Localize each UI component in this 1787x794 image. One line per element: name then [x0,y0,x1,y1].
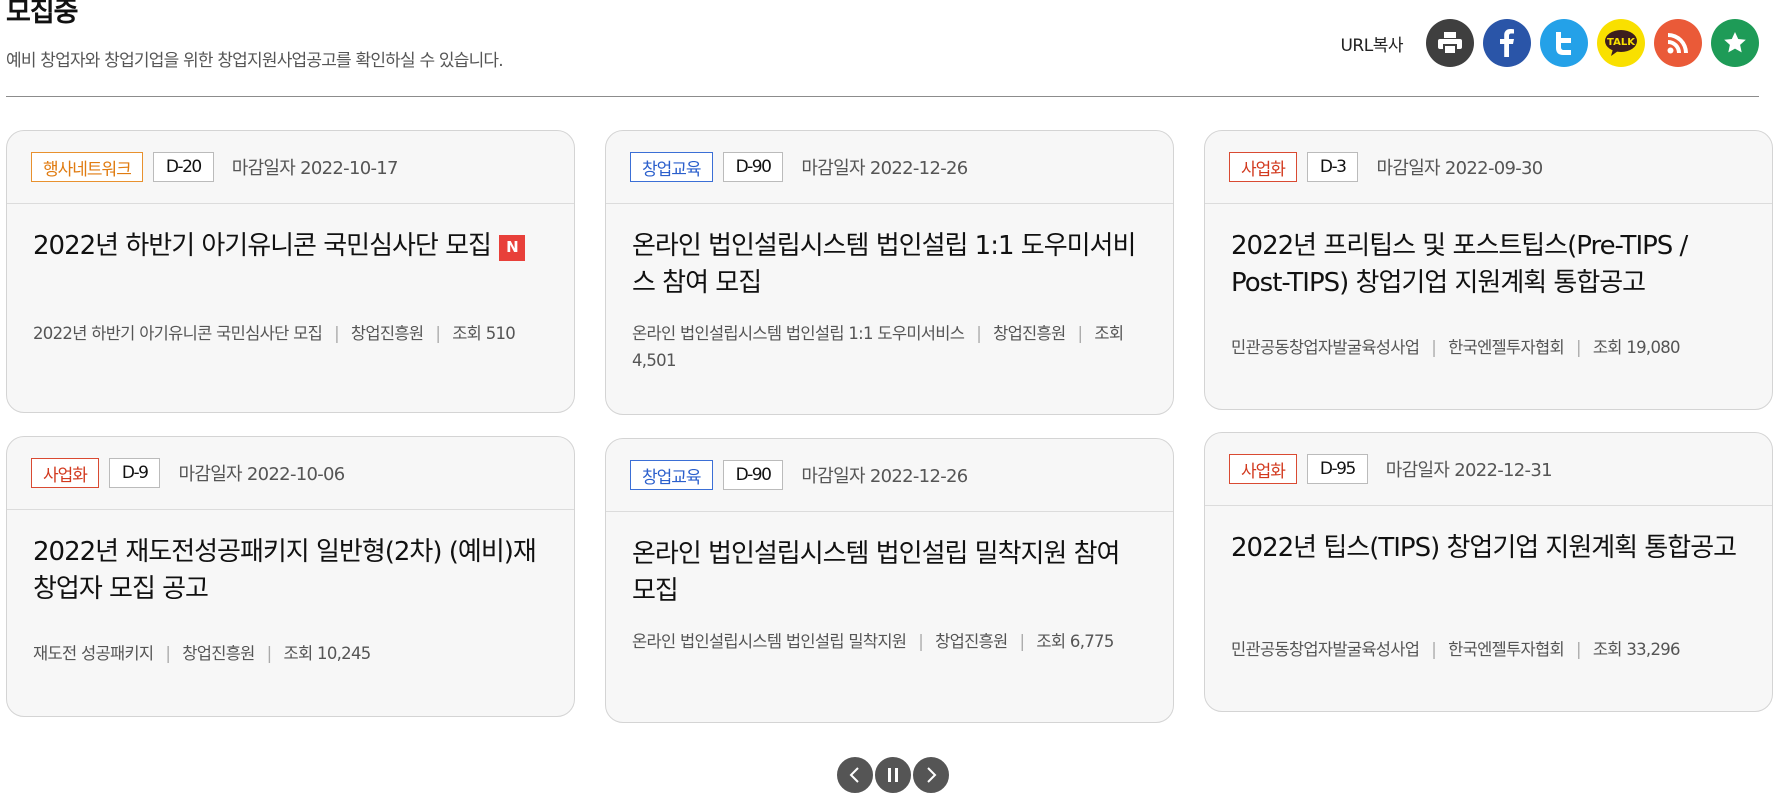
kakaotalk-share-button[interactable]: TALK [1597,19,1645,67]
deadline-date: 마감일자 2022-12-31 [1385,460,1553,481]
facebook-icon [1500,29,1514,57]
meta-program: 재도전 성공패키지 [33,644,154,663]
card-header: 사업화 D-95 마감일자 2022-12-31 [1205,433,1772,506]
kakaotalk-icon: TALK [1605,30,1637,56]
meta-program: 2022년 하반기 아기유니콘 국민심사단 모집 [33,324,323,343]
page-title: 모집중 [6,0,79,28]
share-bar: URL복사 TALK [1340,19,1759,67]
twitter-icon [1556,32,1571,55]
card-title[interactable]: 온라인 법인설립시스템 법인설립 1:1 도우미서비스 참여 모집 [632,228,1147,302]
category-tag: 행사네트워크 [31,152,143,182]
deadline-date: 마감일자 2022-09-30 [1376,158,1543,179]
meta-views: 조회 10,245 [283,644,372,663]
card-header: 사업화 D-3 마감일자 2022-09-30 [1205,131,1772,204]
meta-org: 창업진흥원 [993,324,1066,343]
card-header: 창업교육 D-90 마감일자 2022-12-26 [606,131,1173,204]
bookmark-button[interactable] [1711,19,1759,67]
dday-badge: D-3 [1306,152,1359,182]
meta-views: 조회 19,080 [1592,338,1681,357]
deadline-date: 마감일자 2022-10-17 [231,158,399,179]
card-meta: 온라인 법인설립시스템 법인설립 1:1 도우미서비스 | 창업진흥원 | 조회 4,5… [632,324,1124,370]
meta-program: 온라인 법인설립시스템 법인설립 밀착지원 [632,632,907,651]
dday-badge: D-9 [108,458,161,488]
announcement-card[interactable]: 사업화 D-9 마감일자 2022-10-06 2022년 재도전성공패키지 일… [6,436,575,717]
deadline-date: 마감일자 2022-10-06 [178,464,345,485]
page-description: 예비 창업자와 창업기업을 위한 창업지원사업공고를 확인하실 수 있습니다. [6,51,504,71]
carousel-pager [836,756,950,794]
meta-program: 민관공동창업자발굴육성사업 [1231,338,1420,357]
card-title[interactable]: 2022년 하반기 아기유니콘 국민심사단 모집 N [33,228,548,302]
deadline-date: 마감일자 2022-12-26 [801,158,968,179]
meta-org: 창업진흥원 [350,324,424,343]
meta-program: 민관공동창업자발굴육성사업 [1231,640,1420,659]
card-title[interactable]: 2022년 팁스(TIPS) 창업기업 지원계획 통합공고 [1231,530,1746,604]
announcement-card[interactable]: 행사네트워크 D-20 마감일자 2022-10-17 2022년 하반기 아기… [6,130,575,413]
meta-org: 창업진흥원 [182,644,255,663]
card-meta: 재도전 성공패키지 | 창업진흥원 | 조회 10,245 [33,644,372,663]
url-copy-button[interactable]: URL복사 [1340,31,1403,56]
meta-org: 한국엔젤투자협회 [1448,338,1565,357]
meta-program: 온라인 법인설립시스템 법인설립 1:1 도우미서비스 [632,324,965,343]
facebook-share-button[interactable] [1483,19,1531,67]
card-meta: 민관공동창업자발굴육성사업 | 한국엔젤투자협회 | 조회 33,296 [1231,640,1681,659]
star-icon [1724,32,1746,53]
card-title[interactable]: 온라인 법인설립시스템 법인설립 밀착지원 참여 모집 [632,536,1147,610]
kakao-talk-label: TALK [1607,37,1636,48]
announcement-card[interactable]: 창업교육 D-90 마감일자 2022-12-26 온라인 법인설립시스템 법인… [605,130,1174,415]
card-meta: 온라인 법인설립시스템 법인설립 밀착지원 | 창업진흥원 | 조회 6,775 [632,632,1114,651]
meta-views: 조회 6,775 [1036,632,1114,651]
twitter-share-button[interactable] [1540,19,1588,67]
chevron-right-icon [927,767,937,783]
category-tag: 사업화 [31,458,99,488]
meta-org: 한국엔젤투자협회 [1448,640,1565,659]
rss-button[interactable] [1654,19,1702,67]
card-meta: 민관공동창업자발굴육성사업 | 한국엔젤투자협회 | 조회 19,080 [1231,338,1681,357]
card-title[interactable]: 2022년 프리팁스 및 포스트팁스(Pre-TIPS / Post-TIPS)… [1231,228,1746,302]
pause-button[interactable] [874,756,912,794]
meta-views: 조회 510 [452,324,516,343]
new-badge: N [498,234,525,261]
dday-badge: D-95 [1306,454,1368,484]
pause-icon [888,768,898,782]
dday-badge: D-20 [152,152,214,182]
rss-icon [1667,33,1688,54]
dday-badge: D-90 [722,460,784,490]
header-divider [6,96,1759,97]
print-button[interactable] [1426,19,1474,67]
card-header: 사업화 D-9 마감일자 2022-10-06 [7,437,574,510]
category-tag: 사업화 [1229,152,1297,182]
card-header: 행사네트워크 D-20 마감일자 2022-10-17 [7,131,574,204]
deadline-date: 마감일자 2022-12-26 [801,466,968,487]
chevron-left-icon [849,767,859,783]
announcement-card[interactable]: 창업교육 D-90 마감일자 2022-12-26 온라인 법인설립시스템 법인… [605,438,1174,723]
announcement-card[interactable]: 사업화 D-3 마감일자 2022-09-30 2022년 프리팁스 및 포스트… [1204,130,1773,410]
printer-icon [1438,32,1462,55]
card-header: 창업교육 D-90 마감일자 2022-12-26 [606,439,1173,512]
card-title-text: 2022년 하반기 아기유니콘 국민심사단 모집 [33,231,492,261]
card-title[interactable]: 2022년 재도전성공패키지 일반형(2차) (예비)재창업자 모집 공고 [33,534,548,608]
card-meta: 2022년 하반기 아기유니콘 국민심사단 모집 | 창업진흥원 | 조회 510 [33,324,516,343]
next-button[interactable] [912,756,950,794]
meta-views: 조회 33,296 [1592,640,1681,659]
announcement-card[interactable]: 사업화 D-95 마감일자 2022-12-31 2022년 팁스(TIPS) … [1204,432,1773,712]
category-tag: 창업교육 [630,152,713,182]
dday-badge: D-90 [722,152,784,182]
category-tag: 사업화 [1229,454,1297,484]
prev-button[interactable] [836,756,874,794]
meta-org: 창업진흥원 [935,632,1008,651]
category-tag: 창업교육 [630,460,713,490]
